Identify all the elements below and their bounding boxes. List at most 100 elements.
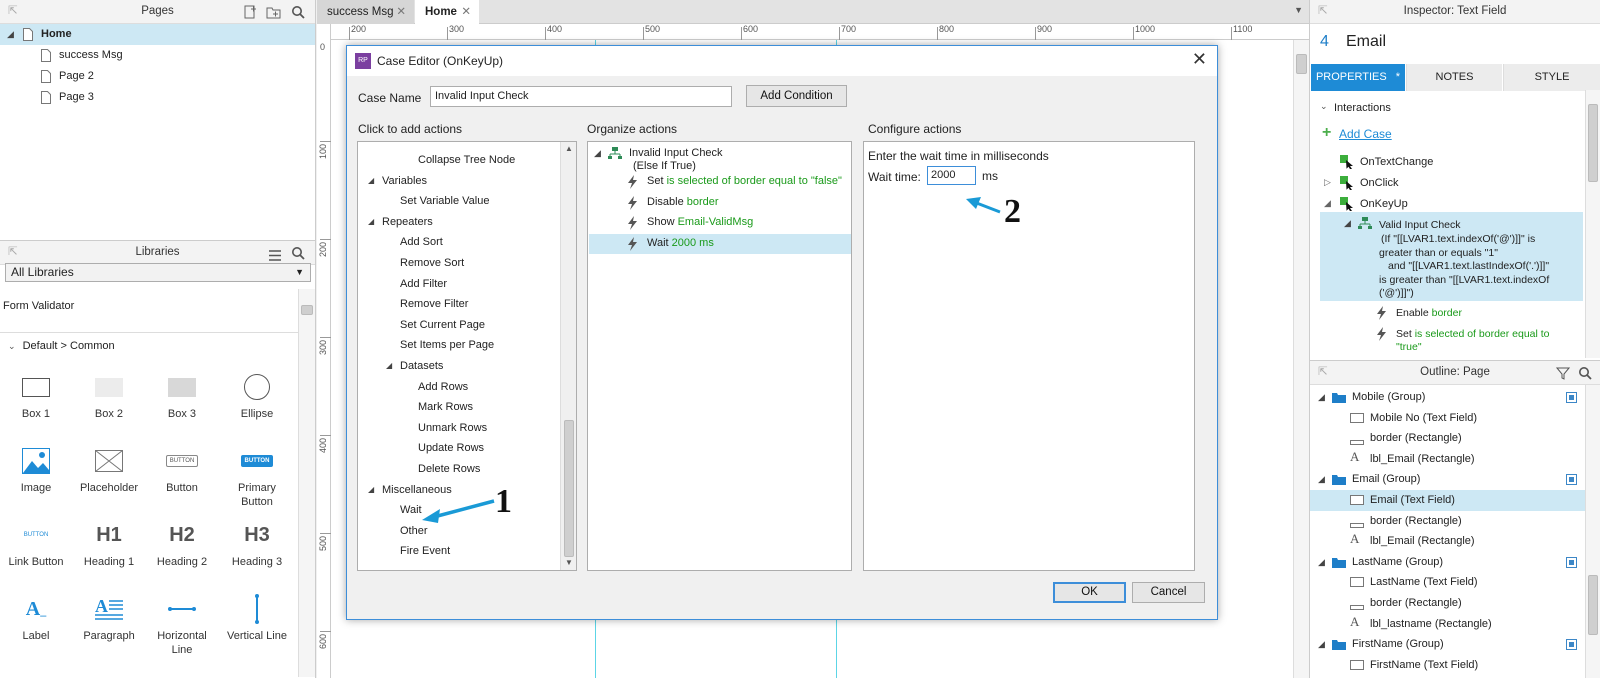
- widget-group-header[interactable]: ⌄ Default > Common: [8, 340, 115, 352]
- inspector-scrollbar[interactable]: [1585, 90, 1600, 358]
- widget-horizontal-line[interactable]: Horizontal Line: [146, 591, 218, 657]
- widget-box-2[interactable]: Box 2: [73, 369, 145, 421]
- action-item[interactable]: Set Items per Page: [358, 338, 558, 356]
- expander-icon[interactable]: ◢: [1318, 469, 1325, 490]
- widget-heading-3[interactable]: H3 Heading 3: [221, 517, 293, 569]
- widget-image[interactable]: Image: [0, 443, 72, 495]
- add-condition-button[interactable]: Add Condition: [746, 85, 847, 107]
- action-item[interactable]: Add Rows: [358, 380, 558, 398]
- outline-scrollbar[interactable]: [1585, 385, 1600, 678]
- case-action[interactable]: Enable border: [1396, 307, 1462, 319]
- action-item[interactable]: ◢ Variables: [358, 174, 558, 192]
- expander-icon[interactable]: ◢: [368, 217, 374, 226]
- widget-heading-1[interactable]: H1 Heading 1: [73, 517, 145, 569]
- filter-icon[interactable]: [1555, 366, 1571, 389]
- case-action[interactable]: "true": [1396, 341, 1422, 353]
- collapse-icon[interactable]: ◢: [1324, 198, 1331, 209]
- case-name-input[interactable]: Invalid Input Check: [430, 86, 732, 107]
- scroll-up-icon[interactable]: ▲: [565, 144, 573, 153]
- action-item[interactable]: Wait: [358, 503, 558, 521]
- organized-action[interactable]: Show Email-ValidMsg: [589, 213, 851, 233]
- tab-style[interactable]: STYLE: [1503, 64, 1600, 91]
- expander-icon[interactable]: ◢: [1318, 552, 1325, 573]
- wait-time-input[interactable]: 2000: [927, 166, 976, 185]
- page-item[interactable]: Page 2: [0, 66, 315, 87]
- panel-grip-icon[interactable]: ⇱: [1318, 361, 1328, 384]
- add-icon[interactable]: +: [1322, 124, 1331, 142]
- outline-item[interactable]: Albl_Email (Rectangle): [1310, 449, 1585, 470]
- widget-button[interactable]: BUTTON Button: [146, 443, 218, 495]
- outline-item[interactable]: LastName (Text Field): [1310, 572, 1585, 593]
- widget-box-1[interactable]: Box 1: [0, 369, 72, 421]
- outline-group[interactable]: ◢ Mobile (Group): [1310, 387, 1585, 408]
- scroll-thumb[interactable]: [564, 420, 574, 557]
- action-item[interactable]: ◢ Datasets: [358, 359, 558, 377]
- widget-link-button[interactable]: BUTTON Link Button: [0, 517, 72, 569]
- canvas-scrollbar[interactable]: [1293, 40, 1309, 678]
- expander-icon[interactable]: ◢: [368, 485, 374, 494]
- visibility-checkbox[interactable]: [1566, 556, 1577, 568]
- scroll-down-icon[interactable]: ▼: [565, 558, 573, 567]
- visibility-checkbox[interactable]: [1566, 474, 1577, 486]
- expander-icon[interactable]: ◢: [386, 361, 392, 370]
- outline-group[interactable]: ◢ Email (Group): [1310, 469, 1585, 490]
- page-item[interactable]: success Msg: [0, 45, 315, 66]
- expander-icon[interactable]: ◢: [1318, 387, 1325, 408]
- case-header[interactable]: Invalid Input Check: [629, 147, 723, 159]
- close-icon[interactable]: ✕: [1192, 49, 1207, 70]
- action-item[interactable]: Fire Event: [358, 544, 558, 562]
- widget-paragraph[interactable]: A Paragraph: [73, 591, 145, 643]
- organized-action[interactable]: Disable border: [589, 193, 851, 213]
- organized-action[interactable]: Set is selected of border equal to "fals…: [589, 172, 851, 192]
- widget-ellipse[interactable]: Ellipse: [221, 369, 293, 421]
- expander-icon[interactable]: ◢: [7, 24, 14, 45]
- action-item[interactable]: Update Rows: [358, 441, 558, 459]
- tab-properties[interactable]: PROPERTIES *: [1311, 64, 1405, 91]
- action-item[interactable]: Remove Sort: [358, 256, 558, 274]
- page-item[interactable]: ◢ Home: [0, 24, 315, 45]
- widget-vertical-line[interactable]: Vertical Line: [221, 591, 293, 643]
- action-item[interactable]: Set Current Page: [358, 318, 558, 336]
- tab-menu-chevron-icon[interactable]: ▼: [1294, 5, 1303, 15]
- action-item[interactable]: ◢ Repeaters: [358, 215, 558, 233]
- outline-item[interactable]: Albl_lastname (Rectangle): [1310, 614, 1585, 635]
- widget-box-3[interactable]: Box 3: [146, 369, 218, 421]
- event-onclick[interactable]: ▷ OnClick: [1310, 175, 1580, 193]
- widget-heading-2[interactable]: H2 Heading 2: [146, 517, 218, 569]
- panel-grip-icon[interactable]: ⇱: [1318, 0, 1328, 23]
- action-item[interactable]: Unmark Rows: [358, 421, 558, 439]
- actions-scrollbar[interactable]: ▲ ▼: [560, 142, 576, 570]
- widget-primary-button[interactable]: BUTTON Primary Button: [221, 443, 293, 509]
- action-item[interactable]: Remove Filter: [358, 297, 558, 315]
- cancel-button[interactable]: Cancel: [1132, 582, 1205, 603]
- add-case-link[interactable]: Add Case: [1339, 127, 1392, 141]
- outline-item[interactable]: Mobile No (Text Field): [1310, 408, 1585, 429]
- panel-grip-icon[interactable]: ⇱: [8, 0, 18, 23]
- outline-item[interactable]: border (Rectangle): [1310, 428, 1585, 449]
- action-item[interactable]: Other: [358, 524, 558, 542]
- action-item[interactable]: Delete Rows: [358, 462, 558, 480]
- visibility-checkbox[interactable]: [1566, 392, 1577, 403]
- action-item[interactable]: ◢ Miscellaneous: [358, 483, 558, 501]
- outline-item[interactable]: border (Rectangle): [1310, 511, 1585, 532]
- event-ontextchange[interactable]: OnTextChange: [1310, 154, 1580, 172]
- case-action[interactable]: Set is selected of border equal to: [1396, 328, 1550, 340]
- visibility-checkbox[interactable]: [1566, 639, 1577, 651]
- outline-item[interactable]: Albl_Email (Rectangle): [1310, 531, 1585, 552]
- panel-grip-icon[interactable]: ⇱: [8, 241, 18, 264]
- outline-item[interactable]: FirstName (Text Field): [1310, 655, 1585, 676]
- tab-success-msg[interactable]: success Msg ✕: [317, 0, 414, 24]
- outline-group[interactable]: ◢ LastName (Group): [1310, 552, 1585, 573]
- case-expander-icon[interactable]: ◢: [594, 148, 601, 159]
- library-select[interactable]: All Libraries ▼: [5, 263, 311, 282]
- action-item[interactable]: Collapse Tree Node: [358, 153, 558, 171]
- ok-button[interactable]: OK: [1053, 582, 1126, 603]
- widget-placeholder[interactable]: Placeholder: [73, 443, 145, 495]
- expand-icon[interactable]: ▷: [1324, 177, 1331, 188]
- tab-notes[interactable]: NOTES: [1406, 64, 1502, 91]
- outline-item[interactable]: border (Rectangle): [1310, 593, 1585, 614]
- case-expander-icon[interactable]: ◢: [1344, 218, 1351, 229]
- expander-icon[interactable]: ◢: [1318, 634, 1325, 655]
- widget-label[interactable]: A_ Label: [0, 591, 72, 643]
- expander-icon[interactable]: ◢: [368, 176, 374, 185]
